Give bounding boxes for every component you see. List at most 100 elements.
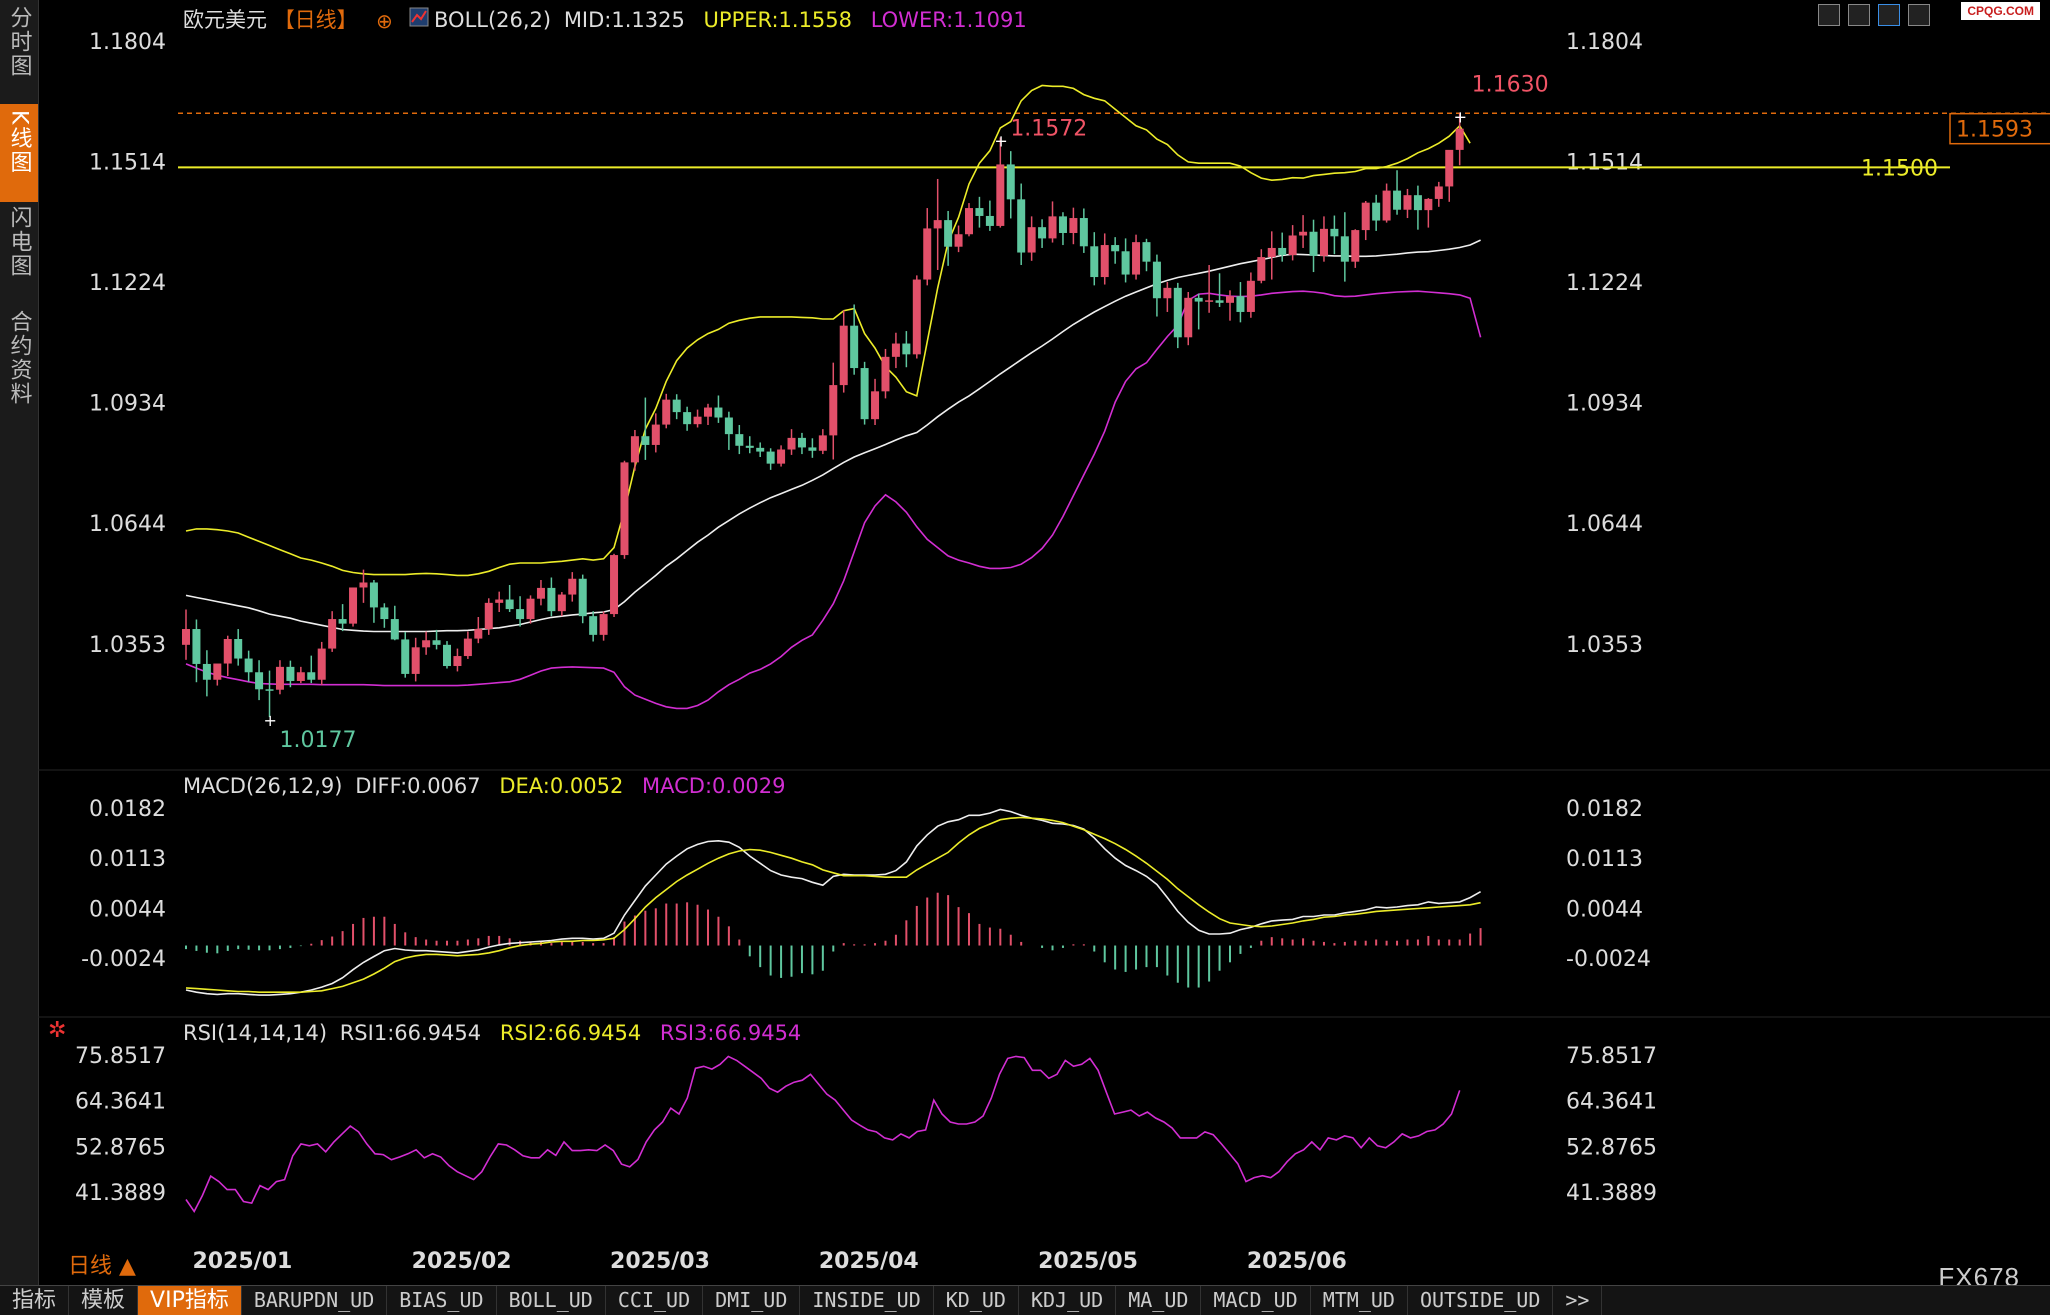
tab-kdj-ud[interactable]: KDJ_UD xyxy=(1019,1286,1117,1315)
candle-body xyxy=(860,368,869,420)
candle-body xyxy=(182,629,190,645)
candle-body xyxy=(1309,231,1318,256)
candle-body xyxy=(505,599,514,610)
candle-body xyxy=(1288,235,1297,256)
candle-body xyxy=(432,640,441,645)
candle-body xyxy=(1413,195,1422,211)
candle-body xyxy=(1257,257,1266,281)
candle-body xyxy=(390,619,399,640)
bollinger-icon[interactable] xyxy=(1878,4,1900,26)
candle-body xyxy=(317,648,326,680)
candle-body xyxy=(1205,300,1214,302)
candle-body xyxy=(1006,164,1015,200)
tab-1[interactable]: 模板 xyxy=(69,1286,139,1315)
svg-text:BOLL(26,2) MID:1.1325: BOLL(26,2) MID:1.1325 UPPER:1.1558 LOWER… xyxy=(434,8,1027,32)
instrument-name: 欧元美元 xyxy=(183,8,267,32)
tab-kd-ud[interactable]: KD_UD xyxy=(934,1286,1019,1315)
tab-vip[interactable]: VIP指标 xyxy=(138,1286,242,1315)
candle-body xyxy=(1079,218,1088,247)
tab-contract-info[interactable]: 合约资料 xyxy=(0,306,38,430)
candle-body xyxy=(1048,216,1057,239)
tab-mtm-ud[interactable]: MTM_UD xyxy=(1311,1286,1408,1315)
candle-body xyxy=(1267,247,1276,258)
tab-flash-chart[interactable]: 闪电图 xyxy=(0,202,38,302)
candle-body xyxy=(985,215,994,226)
tab-macd-ud[interactable]: MACD_UD xyxy=(1201,1286,1311,1315)
candle-body xyxy=(526,598,535,620)
tab-0[interactable]: 指标 xyxy=(0,1286,70,1315)
candle-body xyxy=(192,629,201,664)
candle-body xyxy=(1090,246,1099,278)
rsi3-value: RSI3:66.9454 xyxy=(660,1021,801,1045)
candle-body xyxy=(965,208,973,235)
chart-area[interactable]: 欧元美元 【日线】 ⊕ BOLL(26,2) MID:1.1325 UPPER:… xyxy=(38,0,2050,1285)
candle-body xyxy=(871,391,880,420)
candle-body xyxy=(777,449,786,464)
x-tick-label: 2025/01 xyxy=(192,1249,292,1274)
tab-barupdn-ud[interactable]: BARUPDN_UD xyxy=(242,1286,388,1315)
tab-cci-ud[interactable]: CCI_UD xyxy=(606,1286,704,1315)
y-tick-label: 1.1224 xyxy=(89,271,166,296)
candle-body xyxy=(589,616,598,635)
candle-body xyxy=(369,582,378,608)
candle-body xyxy=(1058,216,1067,233)
x-tick-label: 2025/02 xyxy=(412,1249,512,1274)
tab-time-chart[interactable]: 分时图 xyxy=(0,2,38,102)
boll-name: BOLL(26,2) xyxy=(434,8,551,32)
tab-15[interactable]: >> xyxy=(1553,1286,1603,1315)
candle-body xyxy=(474,629,483,639)
tab-dmi-ud[interactable]: DMI_UD xyxy=(703,1286,801,1315)
candle-body xyxy=(516,609,525,620)
candle-body xyxy=(536,587,545,599)
candle-body xyxy=(1445,149,1454,187)
macd-value: MACD:0.0029 xyxy=(642,774,786,798)
line-chart-icon[interactable] xyxy=(1908,4,1930,26)
boll-indicator-icon[interactable] xyxy=(409,7,429,27)
candle-body xyxy=(1142,242,1151,262)
y-tick-label: 0.0182 xyxy=(1566,797,1643,822)
candle-body xyxy=(891,343,900,357)
candle-body xyxy=(714,407,723,418)
candle-body xyxy=(495,599,504,603)
candle-body xyxy=(1069,218,1078,233)
tab-boll-ud[interactable]: BOLL_UD xyxy=(497,1286,606,1315)
candle-body xyxy=(745,445,754,448)
x-tick-label: 2025/03 xyxy=(610,1249,710,1274)
settings-icon[interactable]: ✲ xyxy=(48,1018,66,1043)
boll-lower-line xyxy=(185,290,1482,710)
candle-body xyxy=(255,672,264,690)
candle-body xyxy=(1340,236,1349,262)
candle-body xyxy=(1027,227,1036,253)
period-selector[interactable]: 日线 ▲ xyxy=(68,1248,136,1280)
tab-bias-ud[interactable]: BIAS_UD xyxy=(387,1286,497,1315)
y-tick-label: 1.1224 xyxy=(1566,271,1643,296)
y-tick-label: 1.1514 xyxy=(1566,151,1643,176)
y-tick-label: 1.0353 xyxy=(1566,633,1643,658)
candle-body xyxy=(766,451,775,464)
candle-body xyxy=(850,325,859,369)
boll-lower: LOWER:1.1091 xyxy=(871,8,1027,32)
prev-high-label: 1.1572 xyxy=(1010,116,1087,141)
add-icon[interactable]: ⊕ xyxy=(376,9,393,33)
tab-ma-ud[interactable]: MA_UD xyxy=(1116,1286,1202,1315)
tab-k-chart[interactable]: K线图 xyxy=(0,104,38,202)
x-tick-label: 2025/06 xyxy=(1247,1249,1347,1274)
crosshair-icon[interactable] xyxy=(1818,4,1840,26)
indicator-tab-bar: 指标 模板 VIP指标 BARUPDN_UD BIAS_UD BOLL_UD CCI_UD D… xyxy=(0,1285,2050,1315)
macd-name: MACD(26,12,9) xyxy=(183,774,343,798)
candle-body xyxy=(724,417,733,435)
tab-inside-ud[interactable]: INSIDE_UD xyxy=(800,1286,934,1315)
candle-body xyxy=(912,279,921,355)
candle-body xyxy=(401,639,410,674)
candle-body xyxy=(975,208,984,216)
candle-body xyxy=(1393,190,1402,210)
bar-style-icon[interactable] xyxy=(1848,4,1870,26)
candle-body xyxy=(1372,202,1381,221)
candle-body xyxy=(463,638,472,657)
candle-body xyxy=(1236,296,1245,312)
candle-body xyxy=(1121,251,1130,275)
candle-body xyxy=(735,434,744,446)
tab-outside-ud[interactable]: OUTSIDE_UD xyxy=(1408,1286,1554,1315)
chart-svg[interactable]: 欧元美元 【日线】 ⊕ BOLL(26,2) MID:1.1325 UPPER:… xyxy=(38,0,2050,1285)
candle-body xyxy=(1152,261,1161,299)
